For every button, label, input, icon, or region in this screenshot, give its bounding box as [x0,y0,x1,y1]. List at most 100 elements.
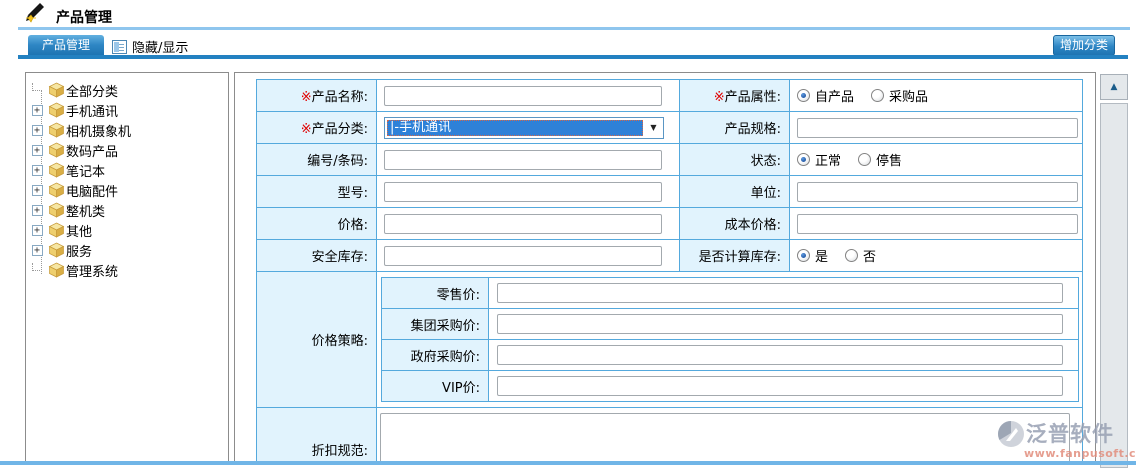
vip-price-label: VIP价: [382,371,489,402]
product-management-screen: 产品管理 产品管理 隐藏/显示 增加分类 全部分类 + 手机通讯 + 相机摄象机… [0,0,1136,468]
category-box-icon [48,182,65,198]
tree-elbow [32,263,40,271]
chevron-down-icon[interactable]: ▼ [645,119,662,137]
tree-item-service[interactable]: + 服务 [26,240,228,260]
cost-price-label: 成本价格: [680,208,790,240]
tree-expand-icon[interactable]: + [32,225,43,236]
product-name-label: ※产品名称: [257,80,377,112]
category-box-icon [48,102,65,118]
tree-expand-icon[interactable]: + [32,145,43,156]
price-row-retail: 零售价: [382,278,1079,309]
form-row-price-cost: 价格: 成本价格: [257,208,1083,240]
group-purchase-price-label: 集团采购价: [382,309,489,340]
safe-stock-label: 安全库存: [257,240,377,272]
product-category-selected-value: |-手机通讯 [387,120,643,136]
unit-input[interactable] [797,182,1078,202]
category-tree-panel: 全部分类 + 手机通讯 + 相机摄象机 + 数码产品 + 笔记本 + 电脑配件 [25,72,229,462]
hide-show-label: 隐藏/显示 [132,37,188,56]
radio-status-normal[interactable] [797,153,810,166]
bottom-border-line [0,461,1136,465]
tree-item-label: 服务 [66,241,92,260]
scroll-up-button[interactable]: ▲ [1100,74,1128,100]
radio-calc-stock-yes[interactable] [797,249,810,262]
panel-toggle-icon [112,40,127,54]
radio-purchased-label: 采购品 [889,86,928,105]
tree-expand-icon[interactable]: + [32,105,43,116]
tree-item-all-categories[interactable]: 全部分类 [26,80,228,100]
discount-textarea[interactable] [380,413,1070,462]
price-row-group: 集团采购价: [382,309,1079,340]
model-label: 型号: [257,176,377,208]
tree-item-label: 电脑配件 [66,181,118,200]
radio-self-produced-label: 自产品 [815,86,854,105]
tree-item-camera[interactable]: + 相机摄象机 [26,120,228,140]
form-row-price-strategy: 价格策略: 零售价: 集团采购价: 政府采购价: [257,272,1083,408]
vertical-scrollbar[interactable]: ▲ [1100,74,1129,468]
tree-item-label: 笔记本 [66,161,105,180]
category-box-icon [48,142,65,158]
price-row-vip: VIP价: [382,371,1079,402]
retail-price-input[interactable] [497,283,1063,303]
radio-status-stopped[interactable] [858,153,871,166]
tree-item-label: 相机摄象机 [66,121,131,140]
code-input[interactable] [384,150,662,170]
tree-item-digital[interactable]: + 数码产品 [26,140,228,160]
tree-item-label: 其他 [66,221,92,240]
radio-calc-stock-no[interactable] [845,249,858,262]
tree-expand-icon[interactable]: + [32,245,43,256]
tree-expand-icon[interactable]: + [32,165,43,176]
product-name-input[interactable] [384,86,662,106]
scrollbar-thumb[interactable] [1100,103,1128,468]
vip-price-input[interactable] [497,376,1063,396]
tree-item-label: 整机类 [66,201,105,220]
retail-price-label: 零售价: [382,278,489,309]
unit-label: 单位: [680,176,790,208]
government-purchase-price-label: 政府采购价: [382,340,489,371]
product-form-table: ※产品名称: ※产品属性: 自产品 采购品 ※产品分类: |-手机通讯 [256,79,1083,462]
tree-item-other[interactable]: + 其他 [26,220,228,240]
edit-pencil-icon [24,2,46,24]
category-box-icon [48,242,65,258]
tree-expand-icon[interactable]: + [32,205,43,216]
tree-expand-icon[interactable]: + [32,125,43,136]
group-purchase-price-input[interactable] [497,314,1063,334]
tab-product-management[interactable]: 产品管理 [28,35,104,55]
form-row-category-spec: ※产品分类: |-手机通讯 ▼ 产品规格: [257,112,1083,144]
tree-expand-icon[interactable]: + [32,185,43,196]
code-label: 编号/条码: [257,144,377,176]
radio-purchased[interactable] [871,89,884,102]
tree-item-label: 手机通讯 [66,101,118,120]
category-box-icon [48,82,65,98]
category-box-icon [48,122,65,138]
tree-item-management-system[interactable]: 管理系统 [26,260,228,280]
tree-item-whole-machine[interactable]: + 整机类 [26,200,228,220]
tree-item-laptop[interactable]: + 笔记本 [26,160,228,180]
price-label: 价格: [257,208,377,240]
cost-price-input[interactable] [797,214,1078,234]
form-row-model-unit: 型号: 单位: [257,176,1083,208]
tree-elbow [32,83,40,91]
radio-status-stopped-label: 停售 [876,150,902,169]
radio-self-produced[interactable] [797,89,810,102]
discount-label: 折扣规范: [257,408,377,463]
model-input[interactable] [384,182,662,202]
add-category-button[interactable]: 增加分类 [1053,35,1115,56]
government-purchase-price-input[interactable] [497,345,1063,365]
form-row-discount: 折扣规范: [257,408,1083,463]
tree-item-pc-parts[interactable]: + 电脑配件 [26,180,228,200]
price-input[interactable] [384,214,662,234]
title-divider [18,27,1130,30]
form-row-name-attr: ※产品名称: ※产品属性: 自产品 采购品 [257,80,1083,112]
product-spec-input[interactable] [797,118,1078,138]
tree-item-mobile[interactable]: + 手机通讯 [26,100,228,120]
product-form-panel: ※产品名称: ※产品属性: 自产品 采购品 ※产品分类: |-手机通讯 [234,72,1096,462]
tree-item-label: 管理系统 [66,261,118,280]
product-spec-label: 产品规格: [680,112,790,144]
page-title: 产品管理 [56,7,112,27]
hide-show-toggle[interactable]: 隐藏/显示 [112,37,188,56]
safe-stock-input[interactable] [384,246,662,266]
toolbar-bottom-bar [18,55,1128,59]
radio-calc-stock-yes-label: 是 [815,246,828,265]
product-attr-label: ※产品属性: [680,80,790,112]
product-category-select[interactable]: |-手机通讯 ▼ [384,117,664,139]
